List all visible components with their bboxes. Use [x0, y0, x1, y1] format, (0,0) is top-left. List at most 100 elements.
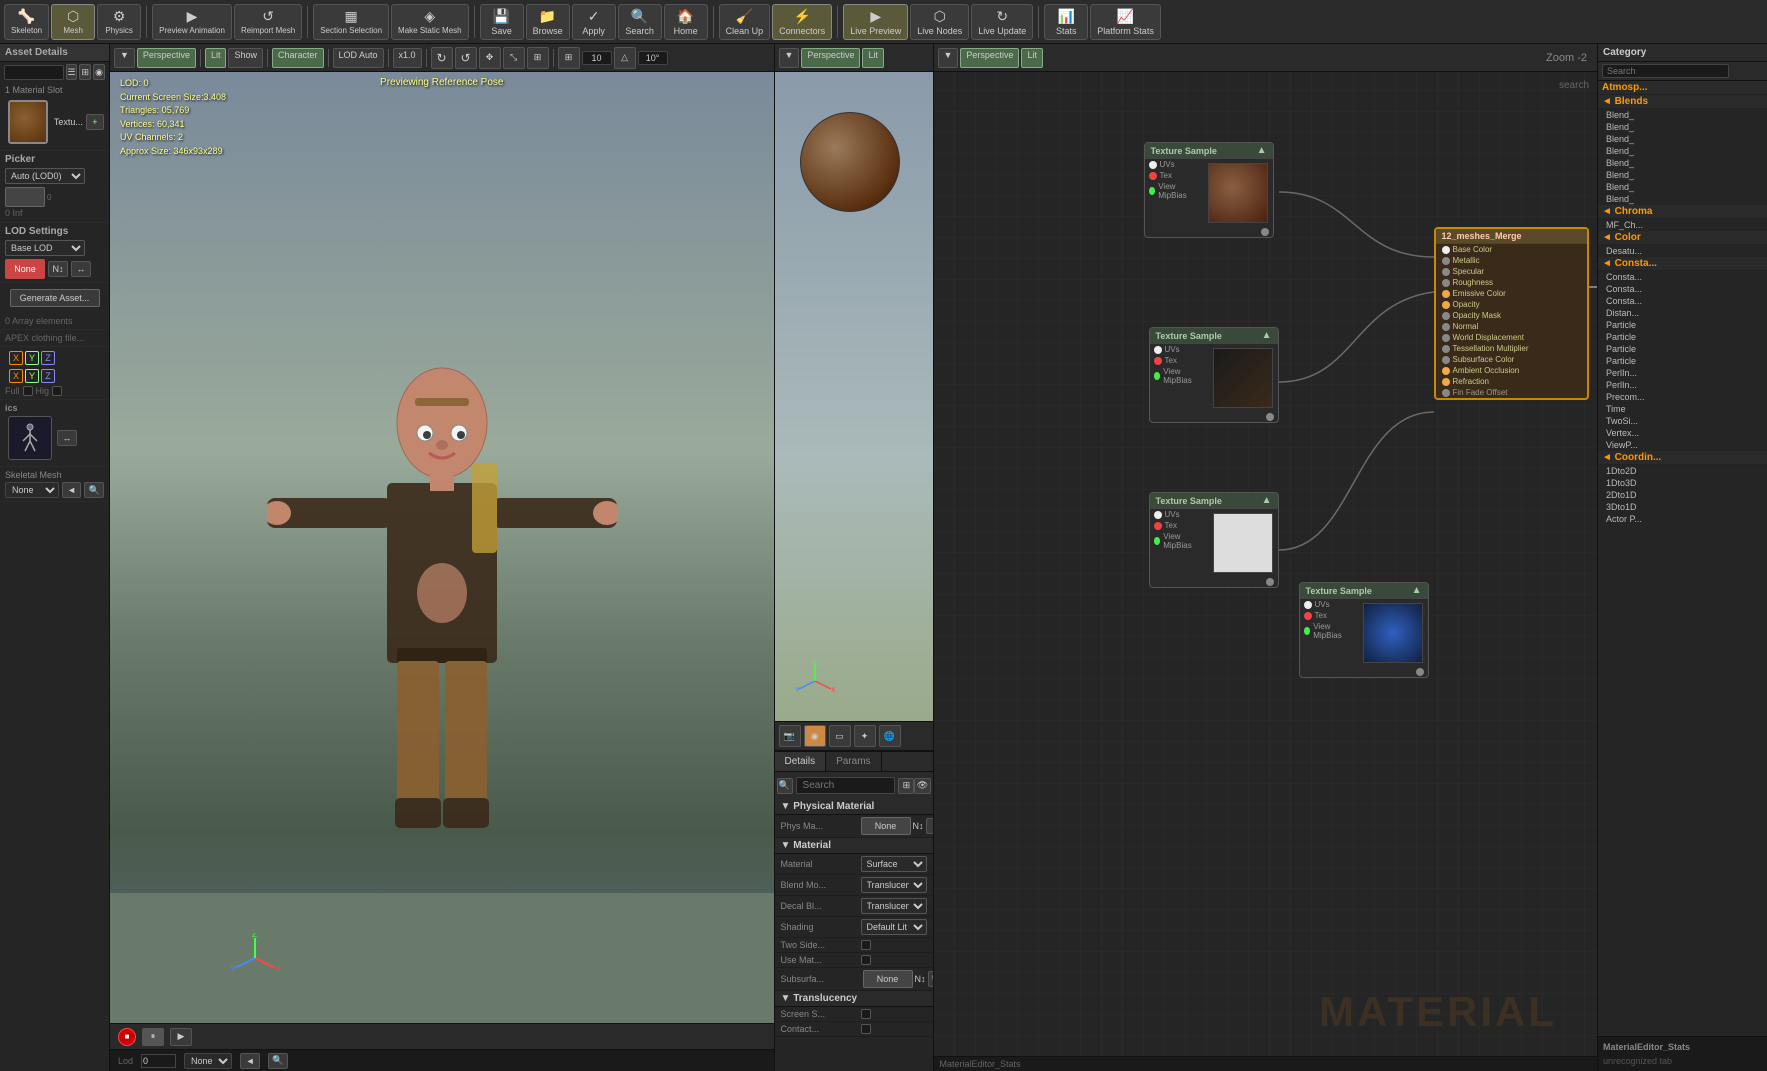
blend-item-6[interactable]: Blend_ — [1598, 169, 1767, 181]
angle-icon[interactable]: △ — [614, 47, 636, 69]
reimport-mesh-button[interactable]: ↺ Reimport Mesh — [234, 4, 302, 40]
right-search-input[interactable] — [1602, 64, 1729, 78]
search-button[interactable]: 🔍 Search — [618, 4, 662, 40]
mat-menu-button[interactable]: ▼ — [938, 48, 959, 68]
decal-blend-select[interactable]: Translucent — [861, 898, 927, 914]
generate-asset-button[interactable]: Generate Asset... — [10, 289, 100, 307]
world-icon[interactable]: ⊞ — [527, 47, 549, 69]
twosi-item[interactable]: TwoSi... — [1598, 415, 1767, 427]
mid-viewport-content[interactable]: X Y Z — [775, 72, 933, 721]
actorp-item[interactable]: Actor P... — [1598, 513, 1767, 525]
asset-search-input[interactable] — [4, 65, 64, 80]
lit-button[interactable]: Lit — [205, 48, 227, 68]
grid-icon[interactable]: ⊞ — [558, 47, 580, 69]
mat-perspective-button[interactable]: Perspective — [960, 48, 1019, 68]
1dto3d-item[interactable]: 1Dto3D — [1598, 477, 1767, 489]
node-canvas[interactable]: Texture Sample ▲ UVs Tex View MipBias — [934, 72, 1598, 1056]
details-tab[interactable]: Details — [775, 752, 827, 771]
scale-button[interactable]: x1.0 — [393, 48, 422, 68]
preview-anim-button[interactable]: ▶ Preview Animation — [152, 4, 232, 40]
list-view-icon[interactable]: ☰ — [66, 64, 78, 80]
details-grid-icon[interactable]: ⊞ — [898, 778, 914, 794]
perlin-item-2[interactable]: PerlIn... — [1598, 379, 1767, 391]
node-expand-icon-2[interactable]: ▲ — [1262, 330, 1272, 341]
skeleton-mode-button[interactable]: 🦴 Save Skeleton — [4, 4, 49, 40]
pause-button[interactable]: ⏸ — [142, 1028, 164, 1046]
live-nodes-button[interactable]: ⬡ Live Nodes — [910, 4, 969, 40]
texture-sample-node-4[interactable]: Texture Sample ▲ UVs Tex View MipBias — [1299, 582, 1429, 678]
character-button[interactable]: Character — [272, 48, 324, 68]
prev-mesh-icon[interactable]: ◄ — [62, 482, 82, 498]
apply-button[interactable]: ✓ Apply — [572, 4, 616, 40]
move-icon[interactable]: ✥ — [479, 47, 501, 69]
2dto1d-item[interactable]: 2Dto1D — [1598, 489, 1767, 501]
env-icon[interactable]: 🌐 — [879, 725, 901, 747]
home-button[interactable]: 🏠 Home — [664, 4, 708, 40]
screen-s-checkbox[interactable] — [861, 1009, 871, 1019]
material-thumbnail[interactable] — [8, 100, 48, 144]
blend-item-4[interactable]: Blend_ — [1598, 145, 1767, 157]
mid-perspective-button[interactable]: Perspective — [801, 48, 860, 68]
search-mesh-icon[interactable]: 🔍 — [84, 482, 104, 498]
left-viewport-content[interactable]: LOD: 0 Current Screen Size:3.408 Triangl… — [110, 72, 774, 1023]
lod-auto-button[interactable]: LOD Auto — [333, 48, 384, 68]
node-expand-icon-1[interactable]: ▲ — [1257, 145, 1267, 156]
vertex-item[interactable]: Vertex... — [1598, 427, 1767, 439]
node-expand-icon-4[interactable]: ▲ — [1412, 585, 1422, 596]
grid-view-icon[interactable]: ⊞ — [79, 64, 91, 80]
color-swatch[interactable] — [5, 187, 45, 207]
mat-lit-button[interactable]: Lit — [1021, 48, 1043, 68]
use-mat-checkbox[interactable] — [861, 955, 871, 965]
stop-button[interactable]: ■ — [118, 1028, 136, 1046]
contact-checkbox[interactable] — [861, 1024, 871, 1034]
perspective-button[interactable]: Perspective — [137, 48, 196, 68]
viewp-item[interactable]: ViewP... — [1598, 439, 1767, 451]
1dto2d-item[interactable]: 1Dto2D — [1598, 465, 1767, 477]
material-type-select[interactable]: Surface — [861, 856, 927, 872]
translucency-section[interactable]: ▼ Translucency — [775, 991, 933, 1007]
platform-stats-button[interactable]: 📈 Platform Stats — [1090, 4, 1161, 40]
3dto1d-item[interactable]: 3Dto1D — [1598, 501, 1767, 513]
mf-ch-item[interactable]: MF_Ch... — [1598, 219, 1767, 231]
subsurface-none-button[interactable]: None — [863, 970, 913, 988]
lod-nav-prev[interactable]: N↕ — [48, 261, 68, 277]
stats-button[interactable]: 📊 Stats — [1044, 4, 1088, 40]
blend-item-2[interactable]: Blend_ — [1598, 121, 1767, 133]
texture-sample-node-2[interactable]: Texture Sample ▲ UVs Tex View MipBias — [1149, 327, 1279, 423]
consta-item-1[interactable]: Consta... — [1598, 271, 1767, 283]
show-button[interactable]: Show — [228, 48, 263, 68]
material-ball-icon[interactable]: ◉ — [804, 725, 826, 747]
mid-menu-button[interactable]: ▼ — [779, 48, 800, 68]
details-search-icon[interactable]: 🔍 — [777, 778, 793, 794]
physical-material-section[interactable]: ▼ Physical Material — [775, 799, 933, 815]
distan-item[interactable]: Distan... — [1598, 307, 1767, 319]
lod-value-input[interactable] — [141, 1054, 176, 1068]
play-button[interactable]: ▶ — [170, 1028, 192, 1046]
particle-item-1[interactable]: Particle — [1598, 319, 1767, 331]
node-expand-icon-3[interactable]: ▲ — [1262, 495, 1272, 506]
full-checkbox[interactable] — [23, 386, 33, 396]
details-eye-icon[interactable]: 👁 — [914, 778, 930, 794]
physics-mode-button[interactable]: ⚙ Physics — [97, 4, 141, 40]
viewport-menu-button[interactable]: ▼ — [114, 48, 135, 68]
texture-sample-node-1[interactable]: Texture Sample ▲ UVs Tex View MipBias — [1144, 142, 1274, 238]
texture-sample-node-3[interactable]: Texture Sample ▲ UVs Tex View MipBias — [1149, 492, 1279, 588]
connectors-button[interactable]: ⚡ Connectors — [772, 4, 832, 40]
scale-icon[interactable]: ⤡ — [503, 47, 525, 69]
particle-item-4[interactable]: Particle — [1598, 355, 1767, 367]
phys-none-button[interactable]: None — [861, 817, 911, 835]
consta-item-3[interactable]: Consta... — [1598, 295, 1767, 307]
none-swatch[interactable]: None — [5, 259, 45, 279]
add-material-icon[interactable]: + — [86, 114, 104, 130]
make-static-mesh-button[interactable]: ◈ Make Static Mesh — [391, 4, 469, 40]
plane-icon[interactable]: ▭ — [829, 725, 851, 747]
perlin-item-1[interactable]: PerlIn... — [1598, 367, 1767, 379]
phys-nav-icon[interactable]: ↔ — [926, 818, 933, 834]
angle-value-input[interactable]: 10° — [638, 51, 668, 65]
expand-physics-icon[interactable]: ↔ — [57, 430, 77, 446]
blend-item-7[interactable]: Blend_ — [1598, 181, 1767, 193]
browse-button[interactable]: 📁 Browse — [526, 4, 570, 40]
none-select[interactable]: None — [5, 482, 59, 498]
blend-item-8[interactable]: Blend_ — [1598, 193, 1767, 205]
details-search-input[interactable] — [796, 777, 896, 794]
